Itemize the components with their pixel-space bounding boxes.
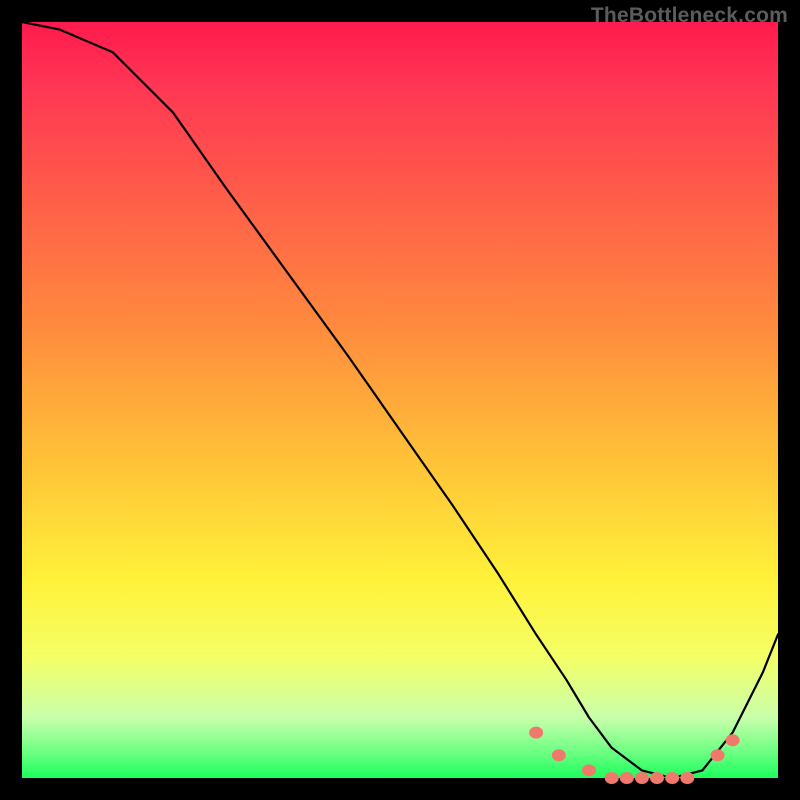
marker-point — [620, 772, 634, 784]
marker-point — [726, 734, 740, 746]
marker-group — [529, 727, 740, 784]
plot-area — [22, 22, 778, 778]
curve-layer — [22, 22, 778, 778]
marker-point — [635, 772, 649, 784]
marker-point — [711, 749, 725, 761]
marker-point — [552, 749, 566, 761]
chart-frame: TheBottleneck.com — [0, 0, 800, 800]
marker-point — [680, 772, 694, 784]
marker-point — [529, 727, 543, 739]
marker-point — [582, 764, 596, 776]
marker-point — [605, 772, 619, 784]
marker-point — [665, 772, 679, 784]
bottleneck-curve — [22, 22, 778, 778]
marker-point — [650, 772, 664, 784]
